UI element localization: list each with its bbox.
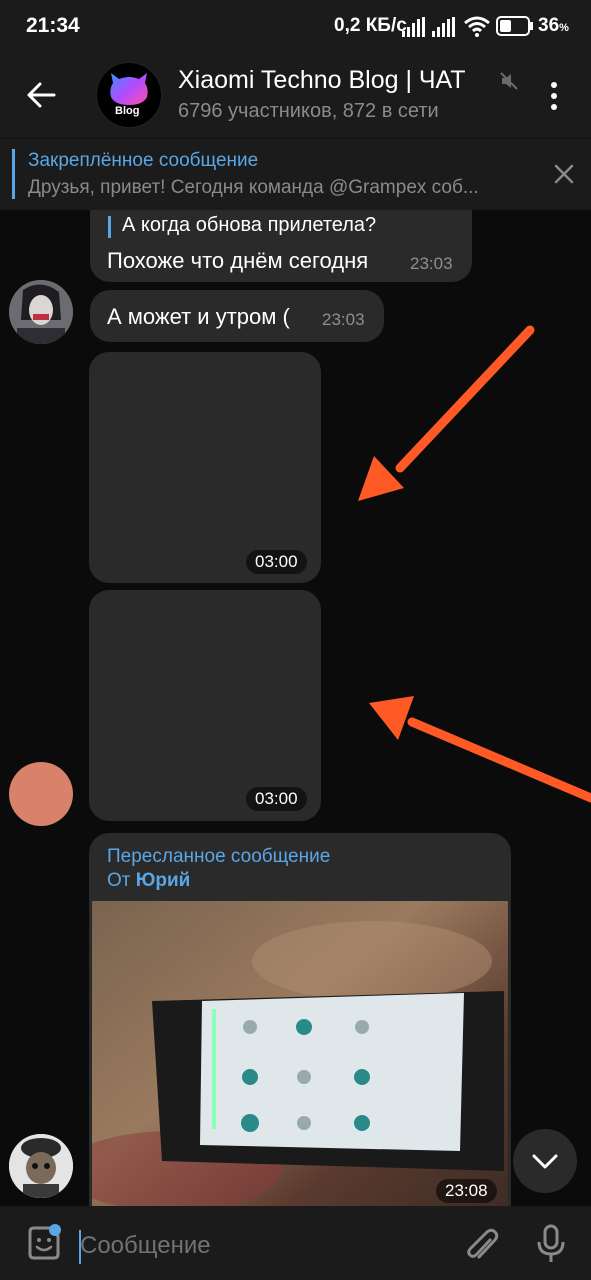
chat-header: Blog Xiaomi Techno Blog | ЧАТ 6796 участ… (0, 52, 591, 138)
signal-icon (402, 17, 425, 37)
status-time: 21:34 (26, 14, 80, 37)
battery-icon (496, 16, 533, 36)
notification-dot (49, 1224, 61, 1236)
network-speed: 0,2 КБ/с (334, 15, 407, 36)
message-list[interactable]: А когда обнова прилетела? Похоже что днё… (0, 210, 591, 1206)
chevron-down-icon (532, 1154, 558, 1169)
message-composer: Сообщение (0, 1206, 591, 1280)
more-menu-icon[interactable] (548, 80, 560, 112)
chat-subtitle: 6796 участников, 872 в сети (178, 100, 439, 122)
muted-icon (500, 72, 518, 90)
forward-from[interactable]: От Юрий (107, 870, 190, 892)
arrow-icon (358, 325, 535, 501)
photo-image (92, 901, 508, 1206)
battery-percent-value: 36 (538, 15, 560, 36)
back-arrow-icon[interactable] (26, 80, 56, 110)
battery-percent-suffix: % (559, 22, 569, 34)
user-avatar[interactable] (9, 1134, 73, 1198)
attach-paperclip-icon[interactable] (464, 1226, 500, 1266)
sticker-emoji-icon[interactable] (24, 1224, 64, 1264)
forwarded-message[interactable]: Пересланное сообщение От Юрий 23:08 (89, 833, 511, 1206)
pinned-accent-bar (12, 149, 15, 199)
signal-icon-2 (432, 17, 455, 37)
pinned-message[interactable]: Закреплённое сообщение Друзья, привет! С… (0, 138, 591, 211)
wifi-icon (464, 16, 490, 37)
forward-from-name: Юрий (135, 870, 191, 891)
close-icon[interactable] (553, 163, 575, 185)
pinned-text: Друзья, привет! Сегодня команда @Grampex… (28, 177, 479, 198)
forward-from-prefix: От (107, 870, 131, 891)
chat-avatar[interactable]: Blog (96, 62, 162, 128)
microphone-icon[interactable] (534, 1224, 568, 1264)
photo[interactable]: 23:08 (92, 901, 508, 1206)
battery-percent: 36% (538, 15, 569, 37)
status-bar: 21:34 0,2 КБ/с 36% (0, 0, 591, 52)
arrow-icon (369, 696, 591, 803)
message-time: 23:08 (436, 1179, 497, 1203)
blog-logo-icon (110, 73, 148, 105)
forward-label: Пересланное сообщение (107, 846, 331, 867)
scroll-down-button[interactable] (513, 1129, 577, 1193)
annotation-arrows (358, 325, 591, 803)
chat-title[interactable]: Xiaomi Techno Blog | ЧАТ (178, 66, 466, 95)
message-input[interactable]: Сообщение (80, 1232, 211, 1260)
chat-avatar-text: Blog (115, 105, 140, 117)
pinned-title: Закреплённое сообщение (28, 150, 259, 171)
avatar-image (9, 1134, 73, 1198)
